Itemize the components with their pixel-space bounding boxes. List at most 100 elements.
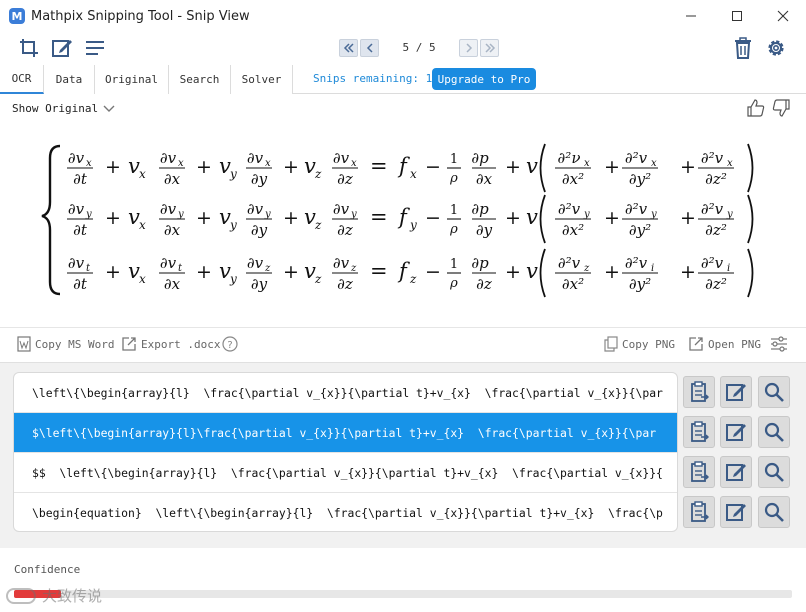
first-page-button[interactable] — [339, 39, 358, 57]
plus-sign: + — [680, 261, 696, 283]
search-result-button[interactable] — [758, 376, 790, 408]
thumbs-up-button[interactable] — [746, 98, 768, 120]
menu-button[interactable] — [83, 36, 107, 60]
new-snip-button[interactable] — [17, 36, 41, 60]
density-numerator: 1 — [450, 257, 458, 272]
search-icon — [764, 422, 784, 442]
force-subscript: y — [409, 218, 417, 232]
eq-term-z-numerator-subscript: x — [351, 158, 357, 169]
help-button[interactable]: ? — [222, 336, 238, 352]
show-original-toggle[interactable]: Show Original — [12, 102, 116, 115]
prev-page-button[interactable] — [360, 39, 379, 57]
eq-term-z-denominator: ∂z — [337, 221, 353, 239]
velocity-x-subscript: x — [139, 167, 146, 181]
edit-icon — [726, 464, 746, 481]
tab-original[interactable]: Original — [95, 65, 169, 94]
hamburger-icon — [86, 41, 104, 55]
viscosity-coefficient: v — [526, 205, 538, 229]
laplacian-z-numerator-subscript: y — [726, 209, 733, 220]
eq-term-x-numerator: ∂v — [160, 254, 177, 272]
edit-result-button[interactable] — [720, 456, 752, 488]
search-result-button[interactable] — [758, 416, 790, 448]
copy-result-button[interactable] — [683, 416, 715, 448]
maximize-button[interactable] — [714, 0, 759, 32]
next-page-button[interactable] — [459, 39, 478, 57]
latex-result-row[interactable]: \left\{\begin{array}{l} \frac{\partial v… — [14, 373, 677, 413]
copy-result-button[interactable] — [683, 456, 715, 488]
page-indicator: 5 / 5 — [398, 41, 440, 54]
last-page-button[interactable] — [480, 39, 499, 57]
edit-result-button[interactable] — [720, 496, 752, 528]
eq-term-time-numerator-subscript: y — [85, 209, 92, 220]
eq-term-y-denominator: ∂y — [251, 221, 268, 239]
thumbs-down-button[interactable] — [771, 98, 793, 120]
laplacian-x-denominator: ∂x² — [562, 170, 584, 188]
pressure-gradient-numerator: ∂p — [471, 200, 489, 218]
eq-term-time-denominator: ∂t — [73, 275, 88, 293]
laplacian-z-denominator: ∂z² — [705, 275, 727, 293]
minimize-icon — [685, 15, 696, 17]
eq-term-z-numerator-subscript: y — [350, 209, 357, 220]
laplacian-y-numerator-subscript: x — [651, 158, 657, 169]
chevron-left-icon — [366, 43, 373, 53]
latex-result-row[interactable]: \begin{equation} \left\{\begin{array}{l}… — [14, 493, 677, 531]
viscosity-coefficient: v — [526, 154, 538, 178]
export-docx-button[interactable]: Export .docx — [121, 336, 220, 352]
eq-term-time-numerator-subscript: t — [86, 263, 91, 274]
plus-sign: + — [680, 207, 696, 229]
thumbs-down-icon — [772, 99, 790, 117]
copy-result-button[interactable] — [683, 376, 715, 408]
tab-ocr[interactable]: OCR — [0, 65, 44, 94]
plus-sign: + — [680, 156, 696, 178]
laplacian-y-numerator-subscript: y — [650, 209, 657, 220]
tab-data[interactable]: Data — [44, 65, 95, 94]
delete-button[interactable] — [731, 36, 755, 60]
copy-png-button[interactable]: Copy PNG — [604, 336, 675, 352]
latex-result-row[interactable]: $$ \left\{\begin{array}{l} \frac{\partia… — [14, 453, 677, 493]
search-result-button[interactable] — [758, 456, 790, 488]
eq-term-x-numerator: ∂v — [160, 200, 177, 218]
open-png-button[interactable]: Open PNG — [688, 336, 761, 352]
settings-button[interactable] — [764, 36, 788, 60]
edit-icon — [726, 424, 746, 441]
minimize-button[interactable] — [668, 0, 713, 32]
latex-result-row-selected[interactable]: $\left\{\begin{array}{l}\frac{\partial v… — [14, 413, 677, 453]
show-original-label: Show Original — [12, 102, 99, 115]
laplacian-x-denominator: ∂x² — [562, 275, 584, 293]
plus-sign: + — [105, 156, 121, 178]
chevron-down-icon — [103, 105, 115, 112]
density-numerator: 1 — [450, 203, 458, 218]
eq-term-time-denominator: ∂t — [73, 170, 88, 188]
edit-result-button[interactable] — [720, 376, 752, 408]
eq-term-y-denominator: ∂y — [251, 275, 268, 293]
double-chevron-right-icon — [484, 43, 495, 53]
plus-sign: + — [505, 261, 521, 283]
tab-solver[interactable]: Solver — [231, 65, 293, 94]
eq-term-y-numerator-subscript: y — [264, 209, 271, 220]
edit-result-button[interactable] — [720, 416, 752, 448]
pressure-gradient-denominator: ∂z — [476, 275, 492, 293]
force-term: f — [397, 154, 410, 178]
copy-ms-word-label: Copy MS Word — [35, 337, 115, 351]
search-icon — [764, 502, 784, 522]
edit-button[interactable] — [50, 36, 74, 60]
search-result-button[interactable] — [758, 496, 790, 528]
maximize-icon — [731, 11, 742, 21]
copy-ms-word-button[interactable]: Copy MS Word — [17, 336, 114, 352]
right-paren — [747, 143, 754, 193]
eq-term-z-denominator: ∂z — [337, 275, 353, 293]
laplacian-y-denominator: ∂y² — [629, 170, 651, 188]
close-button[interactable] — [760, 0, 805, 32]
plus-sign: + — [105, 261, 121, 283]
crop-snip-icon — [20, 39, 38, 57]
tab-search[interactable]: Search — [169, 65, 231, 94]
format-settings-button[interactable] — [770, 336, 788, 352]
force-term: f — [397, 205, 410, 229]
copy-result-button[interactable] — [683, 496, 715, 528]
eq-term-y-numerator-subscript: z — [264, 263, 271, 274]
edit-icon — [52, 40, 72, 57]
upgrade-button[interactable]: Upgrade to Pro — [432, 68, 536, 90]
eq-term-time-numerator: ∂v — [68, 254, 85, 272]
watermark-text: 大致传说 — [42, 587, 103, 605]
equation-rows: ∂v x∂t+ v x∂v x∂x+ v y∂v x∂y+ v z∂v x∂z= f x −1ρ∂p∂x+… — [67, 143, 754, 298]
